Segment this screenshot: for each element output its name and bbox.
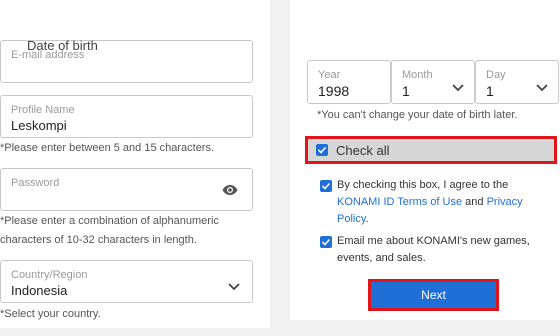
password-label: Password [11,177,60,189]
country-select[interactable]: Country/Region Indonesia [0,260,253,303]
month-select[interactable]: Month 1 [391,60,475,104]
eye-icon[interactable] [222,183,238,195]
profile-name-label: Profile Name [11,104,75,116]
password-field[interactable]: Password [0,168,253,211]
terms-consent-text: By checking this box, I agree to the KON… [337,177,552,228]
password-hint-line1: *Please enter a combination of alphanume… [0,215,219,227]
chevron-down-icon [536,79,548,92]
email-opt-in-text: Email me about KONAMI's new games, event… [337,235,530,264]
chevron-down-icon [228,278,240,291]
year-value: 1998 [318,83,350,99]
day-label: Day [486,69,506,81]
country-label: Country/Region [11,269,88,281]
terms-suffix: . [365,213,369,225]
terms-of-use-link[interactable]: KONAMI ID Terms of Use [337,196,462,208]
check-all-row[interactable]: Check all [305,136,557,164]
terms-checkbox[interactable] [320,180,332,192]
year-label: Year [318,69,341,81]
next-button[interactable]: Next [371,282,496,308]
day-select[interactable]: Day 1 [475,60,559,104]
day-value: 1 [486,83,494,99]
year-select[interactable]: Year 1998 [307,60,391,104]
chevron-down-icon [452,79,464,92]
check-all-checkbox[interactable] [316,144,328,156]
month-label: Month [402,69,433,81]
dob-hint: *You can't change your date of birth lat… [317,109,518,121]
profile-name-value: Leskompi [11,118,67,133]
date-of-birth-title: Date of birth [27,38,98,53]
password-hint-line2: characters of 10-32 characters in length… [0,234,197,246]
terms-prefix: By checking this box, I agree to the [337,179,509,191]
profile-name-hint: *Please enter between 5 and 15 character… [0,142,215,154]
terms-and: and [462,196,487,208]
country-value: Indonesia [11,283,68,298]
month-value: 1 [402,83,410,99]
check-all-label: Check all [336,143,390,158]
country-hint: *Select your country. [0,308,101,320]
profile-name-field[interactable]: Profile Name Leskompi [0,95,253,138]
email-opt-in-checkbox[interactable] [320,236,332,248]
